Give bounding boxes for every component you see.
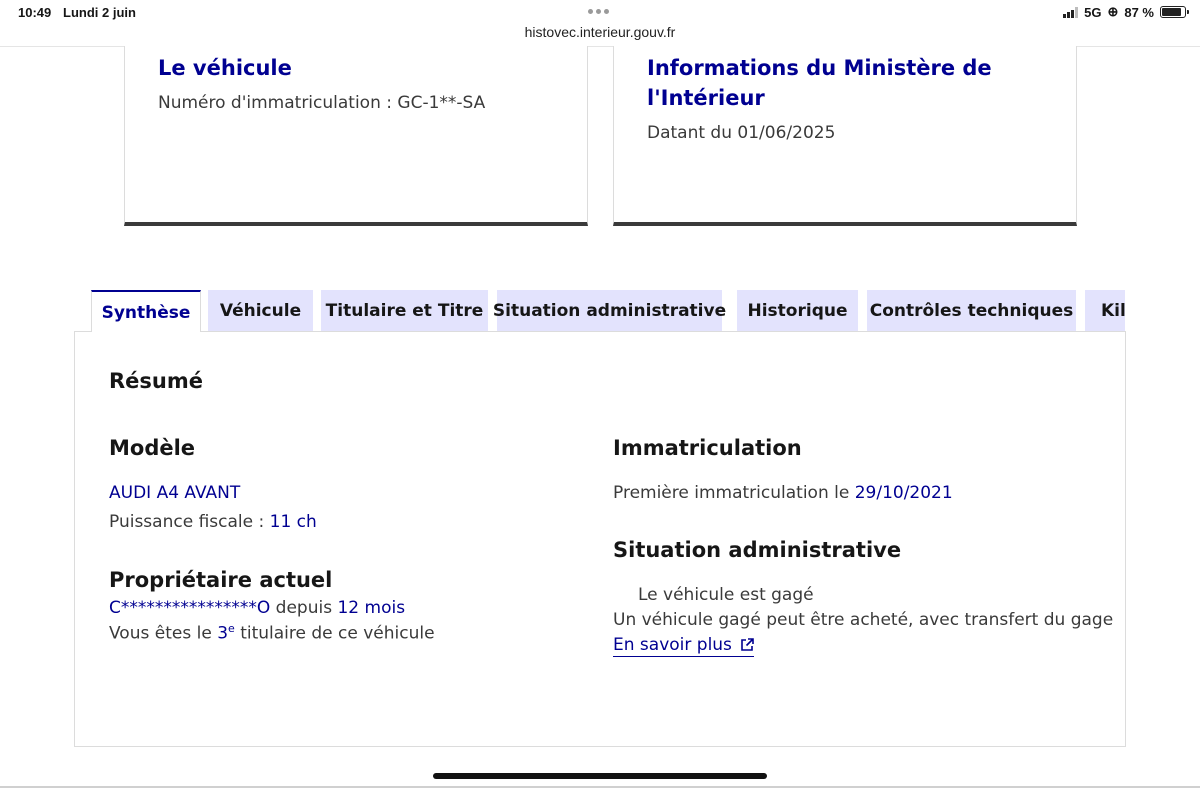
owner-rank-prefix: Vous êtes le [109, 623, 218, 644]
summary-title: Résumé [109, 369, 203, 393]
admin-note: Un véhicule gagé peut être acheté, avec … [613, 610, 1114, 630]
address-bar-url[interactable]: histovec.interieur.gouv.fr [0, 24, 1200, 40]
first-registration-label: Première immatriculation le [613, 483, 855, 503]
tab-historique[interactable]: Historique [737, 290, 858, 332]
vehicle-card-title: Le véhicule [158, 56, 292, 80]
ministry-title-line2: l'Intérieur [647, 86, 765, 110]
network-label: 5G [1084, 4, 1102, 20]
battery-icon [1160, 6, 1189, 18]
home-indicator[interactable] [433, 773, 767, 779]
ministry-card-title: Informations du Ministère de l'Intérieur [647, 53, 992, 113]
owner-rank: Vous êtes le 3e titulaire de ce véhicule [109, 622, 435, 644]
first-registration-date: 29/10/2021 [854, 483, 953, 503]
owner-rank-sup: e [228, 622, 235, 635]
orientation-lock-icon: ⊕ [1107, 4, 1119, 19]
fiscal-power-label: Puissance fiscale : [109, 512, 270, 532]
more-dots-icon[interactable] [588, 9, 609, 14]
ministry-card: Informations du Ministère de l'Intérieur… [613, 46, 1077, 226]
owner-rank-suffix: titulaire de ce véhicule [234, 623, 435, 644]
report-tabs: Synthèse Véhicule Titulaire et Titre Sit… [91, 290, 1125, 332]
registration-heading: Immatriculation [613, 436, 802, 460]
owner-since-value: 12 mois [337, 598, 406, 618]
model-heading: Modèle [109, 436, 196, 460]
owner-since-label: depuis [270, 598, 338, 618]
owner-line: C****************O depuis 12 mois [109, 598, 405, 618]
tab-kilometrage[interactable]: Kilo [1085, 290, 1125, 332]
learn-more-label: En savoir plus [613, 635, 732, 655]
data-date: Datant du 01/06/2025 [647, 123, 836, 143]
fiscal-power-value: 11 ch [269, 512, 317, 532]
synthese-panel: Résumé Modèle AUDI A4 AVANT Puissance fi… [74, 331, 1126, 747]
external-link-icon [741, 638, 754, 651]
learn-more-link[interactable]: En savoir plus [613, 635, 754, 657]
browser-status-bar: 10:49 Lundi 2 juin histovec.interieur.go… [0, 0, 1200, 47]
owner-rank-number: 3 [217, 623, 229, 644]
plate-number: Numéro d'immatriculation : GC-1**-SA [158, 93, 486, 113]
battery-label: 87 % [1124, 4, 1154, 20]
model-name: AUDI A4 AVANT [109, 483, 241, 503]
ministry-title-line1: Informations du Ministère de [647, 56, 992, 80]
tab-titulaire[interactable]: Titulaire et Titre [321, 290, 488, 332]
vehicle-card: Le véhicule Numéro d'immatriculation : G… [124, 46, 588, 226]
status-date: Lundi 2 juin [63, 5, 136, 20]
status-indicators: 5G ⊕ 87 % [1063, 4, 1189, 20]
tab-situation-administrative[interactable]: Situation administrative [493, 290, 726, 332]
admin-status: Le véhicule est gagé [638, 585, 814, 605]
owner-name: C****************O [109, 598, 271, 618]
owner-heading: Propriétaire actuel [109, 568, 333, 592]
status-time: 10:49 [18, 5, 52, 20]
tab-controles-techniques[interactable]: Contrôles techniques [867, 290, 1076, 332]
admin-heading: Situation administrative [613, 538, 902, 562]
signal-icon [1063, 6, 1079, 18]
first-registration: Première immatriculation le 29/10/2021 [613, 483, 953, 503]
tab-vehicule[interactable]: Véhicule [208, 290, 313, 332]
tab-synthese[interactable]: Synthèse [91, 290, 201, 332]
fiscal-power: Puissance fiscale : 11 ch [109, 512, 317, 532]
